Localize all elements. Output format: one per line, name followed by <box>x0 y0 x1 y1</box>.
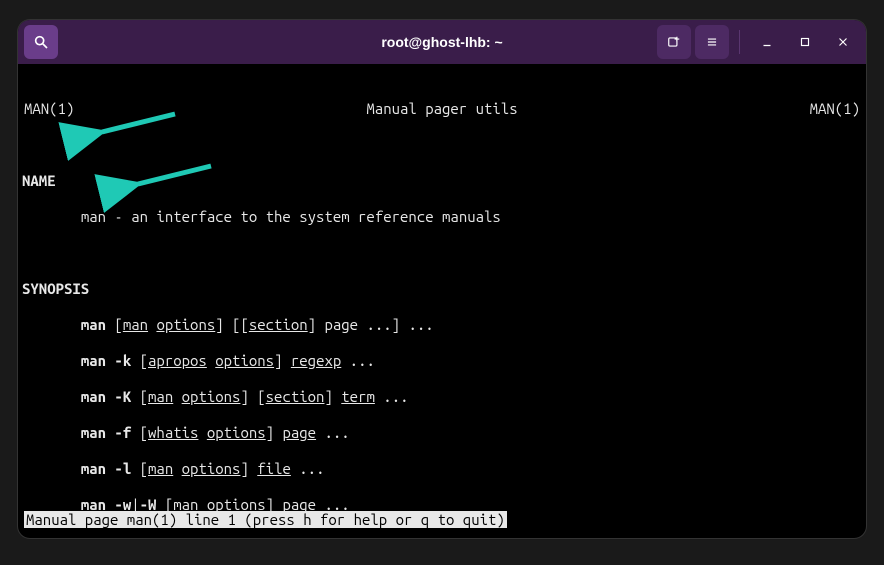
search-icon <box>33 34 49 50</box>
blank-line <box>22 244 862 262</box>
blank-line <box>22 532 862 538</box>
cmd: man -K <box>81 388 131 405</box>
maximize-icon <box>798 35 812 49</box>
menu-button[interactable] <box>695 25 729 59</box>
header-right: MAN(1) <box>810 100 860 118</box>
synopsis-line-4: man -f [whatis options] page ... <box>22 424 862 442</box>
cmd: man -f <box>81 424 131 441</box>
close-icon <box>836 35 850 49</box>
header-center: Manual pager utils <box>366 100 517 118</box>
minimize-icon <box>760 35 774 49</box>
maximize-button[interactable] <box>788 25 822 59</box>
titlebar: root@ghost-lhb: ~ <box>18 20 866 64</box>
section-synopsis-heading: SYNOPSIS <box>22 280 862 298</box>
man-header: MAN(1) Manual pager utils MAN(1) <box>22 100 862 118</box>
name-text: man - an interface to the system referen… <box>81 208 501 225</box>
synopsis-line-1: man [man options] [[section] page ...] .… <box>22 316 862 334</box>
cmd: man <box>81 316 106 333</box>
header-left: MAN(1) <box>24 100 74 118</box>
synopsis-line-3: man -K [man options] [section] term ... <box>22 388 862 406</box>
synopsis-line-2: man -k [apropos options] regexp ... <box>22 352 862 370</box>
name-line: man - an interface to the system referen… <box>22 208 862 226</box>
title-controls <box>657 25 860 59</box>
close-button[interactable] <box>826 25 860 59</box>
cmd: man -l <box>81 460 131 477</box>
synopsis-line-5: man -l [man options] file ... <box>22 460 862 478</box>
hamburger-icon <box>705 35 719 49</box>
separator <box>739 30 740 54</box>
cmd: man -k <box>81 352 131 369</box>
search-button[interactable] <box>24 25 58 59</box>
minimize-button[interactable] <box>750 25 784 59</box>
pager-statusbar: Manual page man(1) line 1 (press h for h… <box>24 511 507 528</box>
new-tab-button[interactable] <box>657 25 691 59</box>
terminal-window: root@ghost-lhb: ~ MAN(1) Manual pager ut… <box>18 20 866 538</box>
terminal-content[interactable]: MAN(1) Manual pager utils MAN(1) NAME ma… <box>18 64 866 538</box>
new-tab-icon <box>667 35 681 49</box>
section-name-heading: NAME <box>22 172 862 190</box>
blank-line <box>22 136 862 154</box>
